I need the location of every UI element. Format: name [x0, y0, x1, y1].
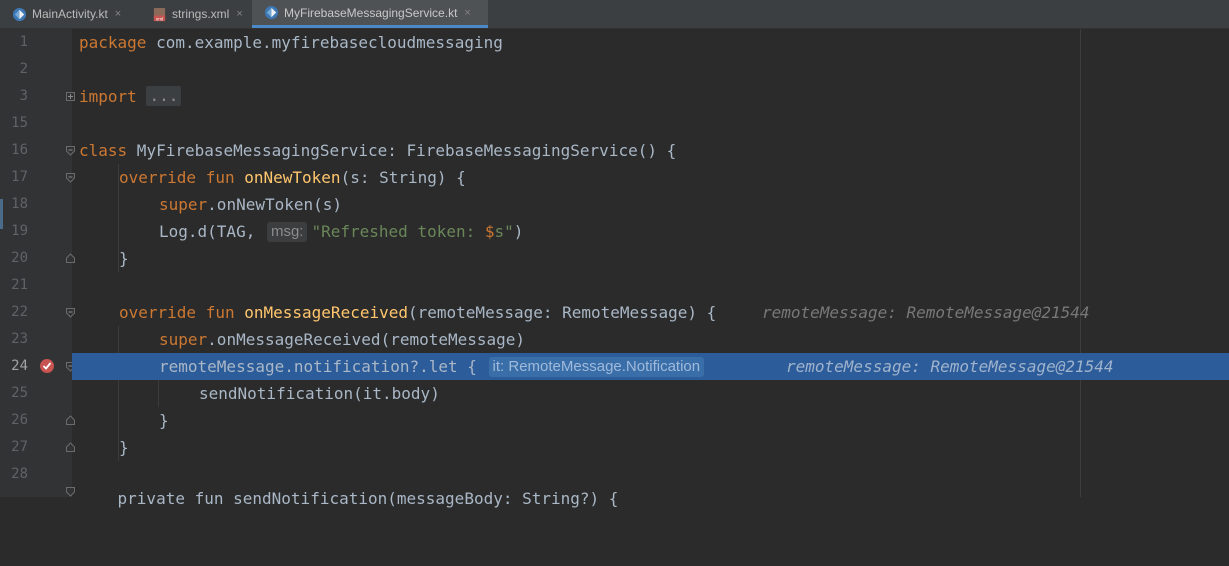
close-icon[interactable]: ×: [464, 7, 470, 19]
code-line: }: [72, 407, 1229, 434]
code-line: }: [72, 434, 1229, 461]
code-line: super.onNewToken(s): [72, 191, 1229, 218]
line-number: 26: [11, 412, 28, 428]
code-text: Log.d(TAG,: [159, 222, 265, 241]
code-text: (remoteMessage: RemoteMessage) {: [408, 303, 717, 322]
line-number-current: 24: [11, 358, 28, 374]
code-text: .onNewToken(s): [207, 195, 343, 214]
code-line: override fun onMessageReceived(remoteMes…: [72, 299, 1229, 326]
line-number: 15: [11, 115, 28, 131]
code-text: (s: String) {: [340, 168, 466, 187]
code-line-partial: private fun sendNotification(messageBody…: [72, 485, 1229, 512]
string-template: $: [484, 222, 495, 241]
close-icon[interactable]: ×: [115, 8, 121, 20]
code-text: sendNotification(it.body): [199, 384, 440, 403]
execution-line: remoteMessage.notification?.let { it: Re…: [72, 353, 1229, 380]
parameter-hint: msg:: [266, 222, 308, 242]
code-line: class MyFirebaseMessagingService: Fireba…: [72, 137, 1229, 164]
code-line: sendNotification(it.body): [72, 380, 1229, 407]
tab-strings[interactable]: xml strings.xml ×: [140, 0, 252, 28]
debugger-inline-value: remoteMessage: RemoteMessage@21544: [762, 303, 1090, 322]
code-text: MyFirebaseMessagingService: FirebaseMess…: [127, 141, 677, 160]
folded-imports-placeholder[interactable]: ...: [146, 86, 182, 106]
code-text: }: [159, 411, 169, 430]
code-text: }: [119, 249, 129, 268]
line-number: 1: [19, 34, 28, 50]
code-text: remoteMessage.notification?.let {: [159, 357, 477, 376]
close-icon[interactable]: ×: [236, 8, 242, 20]
line-number: 3: [19, 88, 28, 104]
tab-label: MyFirebaseMessagingService.kt: [284, 5, 458, 20]
code-editor[interactable]: package com.example.myfirebasecloudmessa…: [72, 29, 1229, 508]
keyword: super: [159, 330, 208, 349]
code-text: ): [513, 222, 524, 241]
line-number: 19: [11, 223, 28, 239]
function-name: onMessageReceived: [244, 303, 408, 322]
code-line: super.onMessageReceived(remoteMessage): [72, 326, 1229, 353]
breakpoint-icon[interactable]: [39, 358, 55, 374]
line-number: 28: [11, 466, 28, 482]
keyword: override fun: [119, 303, 235, 322]
string-literal: s": [494, 222, 514, 241]
code-line: override fun onNewToken(s: String) {: [72, 164, 1229, 191]
code-line: import ...: [72, 83, 1229, 110]
line-number: 16: [11, 142, 28, 158]
tab-label: MainActivity.kt: [32, 7, 108, 21]
line-number: 23: [11, 331, 28, 347]
line-number: 18: [11, 196, 28, 212]
keyword: class: [79, 141, 128, 160]
svg-text:xml: xml: [156, 16, 163, 21]
xml-file-icon: xml: [153, 7, 166, 21]
code-text: .onMessageReceived(remoteMessage): [207, 330, 526, 349]
code-line: }: [72, 245, 1229, 272]
tab-label: strings.xml: [172, 7, 230, 21]
keyword: package: [79, 33, 147, 52]
line-number: 27: [11, 439, 28, 455]
debugger-inline-value: remoteMessage: RemoteMessage@21544: [786, 357, 1114, 376]
kotlin-file-icon: [12, 7, 27, 21]
tab-myfirebasemessagingservice[interactable]: MyFirebaseMessagingService.kt ×: [252, 0, 488, 28]
editor-gutter[interactable]: 1 2 3 15 16 17 18 19 20 21 22 23 24 25 2…: [0, 29, 75, 497]
code-text: }: [119, 438, 129, 457]
type-hint: it: RemoteMessage.Notification: [488, 357, 705, 377]
line-number: 20: [11, 250, 28, 266]
code-line: package com.example.myfirebasecloudmessa…: [72, 29, 1229, 56]
line-number: 22: [11, 304, 28, 320]
tab-mainactivity[interactable]: MainActivity.kt ×: [0, 0, 140, 28]
line-number: 17: [11, 169, 28, 185]
string-literal: "Refreshed token:: [311, 222, 485, 241]
code-line: Log.d(TAG, msg: "Refreshed token: $s"): [72, 218, 1229, 245]
line-number: 2: [19, 61, 28, 77]
kotlin-file-icon: [264, 5, 279, 20]
function-name: onNewToken: [244, 168, 341, 187]
keyword: override fun: [119, 168, 235, 187]
line-number: 25: [11, 385, 28, 401]
line-number: 21: [11, 277, 28, 293]
code-text: private fun sendNotification(messageBody…: [79, 489, 619, 508]
keyword: super: [159, 195, 208, 214]
keyword: import: [79, 87, 137, 106]
editor-tab-bar: MainActivity.kt × xml strings.xml × MyFi…: [0, 0, 1229, 29]
code-text: com.example.myfirebasecloudmessaging: [146, 33, 503, 52]
